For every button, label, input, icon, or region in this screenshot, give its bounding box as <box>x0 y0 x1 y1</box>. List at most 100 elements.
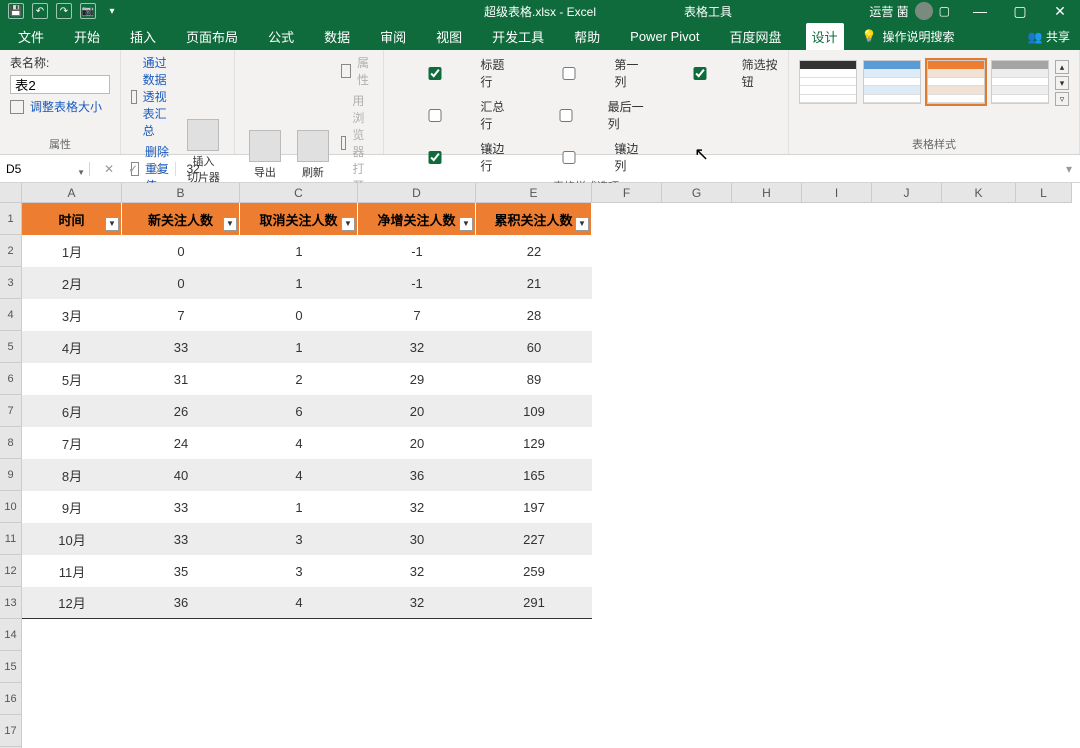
row-header[interactable]: 2 <box>0 235 22 267</box>
table-header-cell[interactable]: 时间▼ <box>22 203 122 235</box>
table-cell[interactable]: 11月 <box>22 555 122 587</box>
table-header-cell[interactable]: 取消关注人数▼ <box>240 203 358 235</box>
styles-more-button[interactable]: ▿ <box>1055 92 1069 106</box>
styles-scroll-down[interactable]: ▾ <box>1055 76 1069 90</box>
table-cell[interactable]: 259 <box>476 555 592 587</box>
filter-dropdown-icon[interactable]: ▼ <box>223 217 237 231</box>
undo-icon[interactable]: ↶ <box>32 3 48 19</box>
qat-dropdown-icon[interactable]: ▾ <box>104 3 120 19</box>
name-box-input[interactable] <box>6 162 66 176</box>
table-cell[interactable]: 21 <box>476 267 592 299</box>
tab-design[interactable]: 设计 <box>806 23 844 50</box>
row-header[interactable]: 6 <box>0 363 22 395</box>
tab-powerpivot[interactable]: Power Pivot <box>624 25 705 48</box>
row-header[interactable]: 12 <box>0 555 22 587</box>
table-cell[interactable]: 4 <box>240 459 358 491</box>
row-header[interactable]: 5 <box>0 331 22 363</box>
table-name-input[interactable] <box>10 75 110 94</box>
table-cell[interactable]: 3 <box>240 523 358 555</box>
column-header[interactable]: I <box>802 183 872 203</box>
table-cell[interactable]: 197 <box>476 491 592 523</box>
table-cell[interactable]: 36 <box>358 459 476 491</box>
table-cell[interactable]: 32 <box>358 555 476 587</box>
table-cell[interactable]: 30 <box>358 523 476 555</box>
name-box[interactable]: ▼ <box>0 162 90 176</box>
tab-baidu[interactable]: 百度网盘 <box>724 23 788 50</box>
filter-dropdown-icon[interactable]: ▼ <box>105 217 119 231</box>
tab-insert[interactable]: 插入 <box>124 23 162 50</box>
summarize-pivot-button[interactable]: 通过数据透视表汇总 <box>131 54 175 139</box>
row-header[interactable]: 9 <box>0 459 22 491</box>
table-cell[interactable]: 109 <box>476 395 592 427</box>
table-cell[interactable]: 6 <box>240 395 358 427</box>
table-cell[interactable]: 32 <box>358 491 476 523</box>
table-cell[interactable]: 0 <box>240 299 358 331</box>
enter-icon[interactable]: ✓ <box>128 162 138 176</box>
table-cell[interactable]: 4 <box>240 427 358 459</box>
table-cell[interactable]: 1月 <box>22 235 122 267</box>
tab-home[interactable]: 开始 <box>68 23 106 50</box>
column-header[interactable]: C <box>240 183 358 203</box>
table-cell[interactable]: 22 <box>476 235 592 267</box>
table-cell[interactable]: 36 <box>122 587 240 619</box>
table-cell[interactable]: 291 <box>476 587 592 619</box>
expand-formula-bar-icon[interactable]: ▾ <box>1066 162 1080 176</box>
table-cell[interactable]: 4月 <box>22 331 122 363</box>
filter-dropdown-icon[interactable]: ▼ <box>459 217 473 231</box>
user-area[interactable]: 运营 菌 ▢ <box>869 2 950 20</box>
table-cell[interactable]: 32 <box>358 331 476 363</box>
table-header-cell[interactable]: 新关注人数▼ <box>122 203 240 235</box>
camera-icon[interactable]: 📷 <box>80 3 96 19</box>
table-cell[interactable]: 4 <box>240 587 358 619</box>
table-cell[interactable]: 1 <box>240 331 358 363</box>
table-cell[interactable]: 3月 <box>22 299 122 331</box>
column-header[interactable]: H <box>732 183 802 203</box>
table-style-preview[interactable] <box>863 60 921 104</box>
column-header[interactable]: J <box>872 183 942 203</box>
table-cell[interactable]: 3 <box>240 555 358 587</box>
table-cell[interactable]: 9月 <box>22 491 122 523</box>
tab-file[interactable]: 文件 <box>12 23 50 50</box>
header-row-checkbox[interactable]: 标题行 <box>394 54 510 92</box>
table-cell[interactable]: 31 <box>122 363 240 395</box>
table-style-preview[interactable] <box>799 60 857 104</box>
first-col-checkbox[interactable]: 第一列 <box>528 54 644 92</box>
close-button[interactable]: ✕ <box>1040 0 1080 22</box>
filter-dropdown-icon[interactable]: ▼ <box>575 217 589 231</box>
tab-layout[interactable]: 页面布局 <box>180 23 244 50</box>
column-header[interactable]: L <box>1016 183 1072 203</box>
table-cell[interactable]: 227 <box>476 523 592 555</box>
tab-data[interactable]: 数据 <box>318 23 356 50</box>
maximize-button[interactable]: ▢ <box>1000 0 1040 22</box>
table-cell[interactable]: 0 <box>122 267 240 299</box>
tell-me[interactable]: 💡 操作说明搜索 <box>862 28 955 45</box>
table-cell[interactable]: 7 <box>358 299 476 331</box>
total-row-checkbox[interactable]: 汇总行 <box>394 96 510 134</box>
table-cell[interactable]: 33 <box>122 491 240 523</box>
save-icon[interactable]: 💾 <box>8 3 24 19</box>
column-header[interactable]: F <box>592 183 662 203</box>
row-header[interactable]: 4 <box>0 299 22 331</box>
table-cell[interactable]: 165 <box>476 459 592 491</box>
column-header[interactable]: A <box>22 183 122 203</box>
table-cell[interactable]: 89 <box>476 363 592 395</box>
table-cell[interactable]: 7 <box>122 299 240 331</box>
table-cell[interactable]: 20 <box>358 395 476 427</box>
row-header[interactable]: 7 <box>0 395 22 427</box>
table-cell[interactable]: 33 <box>122 523 240 555</box>
table-cell[interactable]: 29 <box>358 363 476 395</box>
column-header[interactable]: G <box>662 183 732 203</box>
table-style-preview[interactable] <box>927 60 985 104</box>
table-cell[interactable]: 0 <box>122 235 240 267</box>
table-cell[interactable]: -1 <box>358 235 476 267</box>
formula-bar[interactable]: 32 <box>175 162 1052 176</box>
filter-button-checkbox[interactable]: 筛选按钮 <box>662 54 778 92</box>
tab-formula[interactable]: 公式 <box>262 23 300 50</box>
table-cell[interactable]: 24 <box>122 427 240 459</box>
column-header[interactable]: E <box>476 183 592 203</box>
row-header[interactable]: 15 <box>0 651 22 683</box>
tab-dev[interactable]: 开发工具 <box>486 23 550 50</box>
table-cell[interactable]: 33 <box>122 331 240 363</box>
row-header[interactable]: 13 <box>0 587 22 619</box>
table-cell[interactable]: 2月 <box>22 267 122 299</box>
